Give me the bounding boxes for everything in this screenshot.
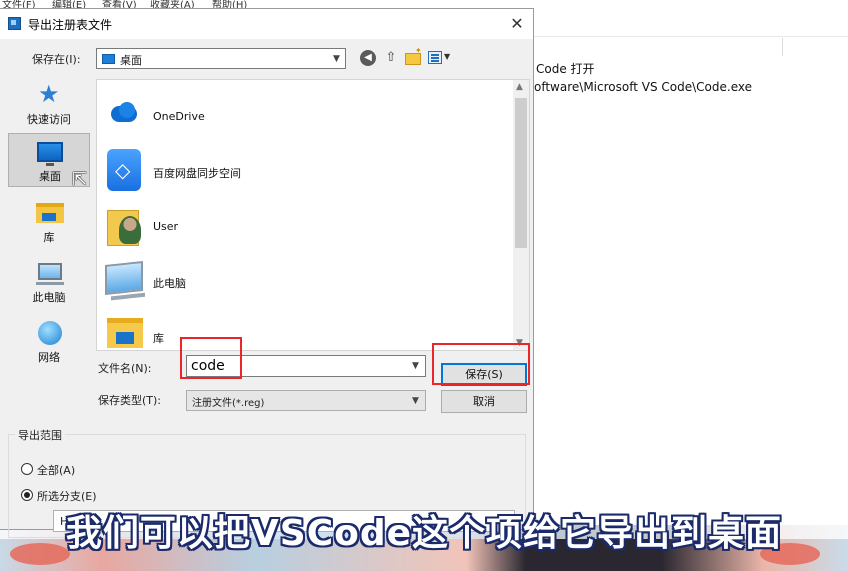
dialog-title: 导出注册表文件: [28, 18, 113, 32]
list-item[interactable]: 此电脑: [97, 253, 513, 307]
up-folder-icon[interactable]: ⇧: [382, 49, 400, 67]
place-network[interactable]: 网络: [8, 315, 90, 369]
export-range-legend: 导出范围: [15, 427, 65, 443]
registry-value-line: oftware\Microsoft VS Code\Code.exe: [534, 80, 752, 94]
export-registry-dialog: 导出注册表文件 ✕ 保存在(I): 桌面 ▼ ◀ ⇧ ▼ ★ 快速访问 桌面 库…: [0, 8, 534, 538]
dialog-titlebar[interactable]: 导出注册表文件 ✕: [0, 9, 533, 39]
library-icon: [107, 318, 143, 348]
radio-all[interactable]: [21, 463, 33, 475]
file-name: 百度网盘同步空间: [153, 167, 241, 180]
file-name: OneDrive: [153, 110, 205, 123]
save-button[interactable]: 保存(S): [441, 363, 527, 386]
cancel-button[interactable]: 取消: [441, 390, 527, 413]
filetype-label: 保存类型(T):: [98, 394, 162, 407]
place-this-pc[interactable]: 此电脑: [8, 255, 90, 309]
chevron-down-icon: ▼: [412, 396, 419, 406]
onedrive-icon: [105, 102, 143, 124]
list-item[interactable]: 百度网盘同步空间: [97, 143, 513, 197]
filename-field[interactable]: ▼: [186, 355, 426, 377]
chevron-down-icon[interactable]: ▼: [412, 361, 419, 371]
scroll-down-icon[interactable]: ▼: [516, 338, 523, 348]
close-icon[interactable]: ✕: [505, 12, 529, 36]
column-separator: [782, 38, 783, 56]
file-list[interactable]: OneDrive 百度网盘同步空间 User 此电脑 库 ▲ ▼: [96, 79, 530, 351]
list-item[interactable]: User: [97, 198, 513, 252]
column-divider: [532, 36, 848, 37]
filetype-value: 注册文件(*.reg): [192, 398, 265, 409]
vertical-scrollbar[interactable]: ▲ ▼: [513, 80, 529, 350]
registry-value-line: Code 打开: [536, 62, 595, 76]
video-subtitle: 我们可以把VSCode这个项给它导出到桌面: [65, 513, 783, 554]
filetype-dropdown[interactable]: 注册文件(*.reg) ▼: [186, 390, 426, 411]
back-icon[interactable]: ◀: [360, 50, 376, 66]
save-in-label: 保存在(I):: [32, 53, 81, 66]
list-item[interactable]: 库: [97, 308, 513, 350]
baidu-netdisk-icon: [107, 149, 141, 191]
radio-selected-branch-label: 所选分支(E): [37, 490, 97, 503]
place-label: 快速访问: [27, 113, 71, 126]
network-icon: [38, 321, 62, 345]
radio-all-label: 全部(A): [37, 464, 76, 477]
radio-selected-branch[interactable]: [21, 489, 33, 501]
file-name: 此电脑: [153, 277, 186, 290]
user-folder-icon: [107, 204, 143, 246]
background-registry-pane: Code 打开 oftware\Microsoft VS Code\Code.e…: [532, 10, 848, 530]
view-menu-icon[interactable]: [428, 51, 442, 64]
chevron-down-icon: ▼: [333, 54, 340, 64]
computer-icon: [36, 263, 64, 285]
scroll-up-icon[interactable]: ▲: [516, 82, 523, 92]
star-icon: ★: [38, 80, 60, 108]
place-quick-access[interactable]: ★ 快速访问: [8, 77, 90, 131]
place-label: 库: [43, 231, 55, 244]
scrollbar-thumb[interactable]: [515, 98, 527, 248]
chevron-down-icon[interactable]: ▼: [444, 52, 450, 61]
computer-icon: [105, 261, 143, 295]
filename-label: 文件名(N):: [98, 362, 152, 375]
filename-input[interactable]: [191, 357, 401, 375]
library-icon: [36, 203, 64, 223]
save-in-value: 桌面: [120, 54, 142, 67]
save-in-dropdown[interactable]: 桌面 ▼: [96, 48, 346, 69]
regedit-app-icon: [8, 17, 21, 30]
desktop-icon: [37, 142, 63, 166]
list-item[interactable]: OneDrive: [97, 88, 513, 142]
new-folder-icon[interactable]: [405, 46, 422, 65]
file-name: 库: [153, 332, 164, 345]
desktop-icon: [102, 54, 115, 64]
place-label: 网络: [38, 351, 60, 364]
file-name: User: [153, 220, 179, 233]
mouse-cursor-icon: ⇱: [72, 169, 88, 190]
place-label: 此电脑: [32, 291, 66, 304]
place-libraries[interactable]: 库: [8, 195, 90, 249]
